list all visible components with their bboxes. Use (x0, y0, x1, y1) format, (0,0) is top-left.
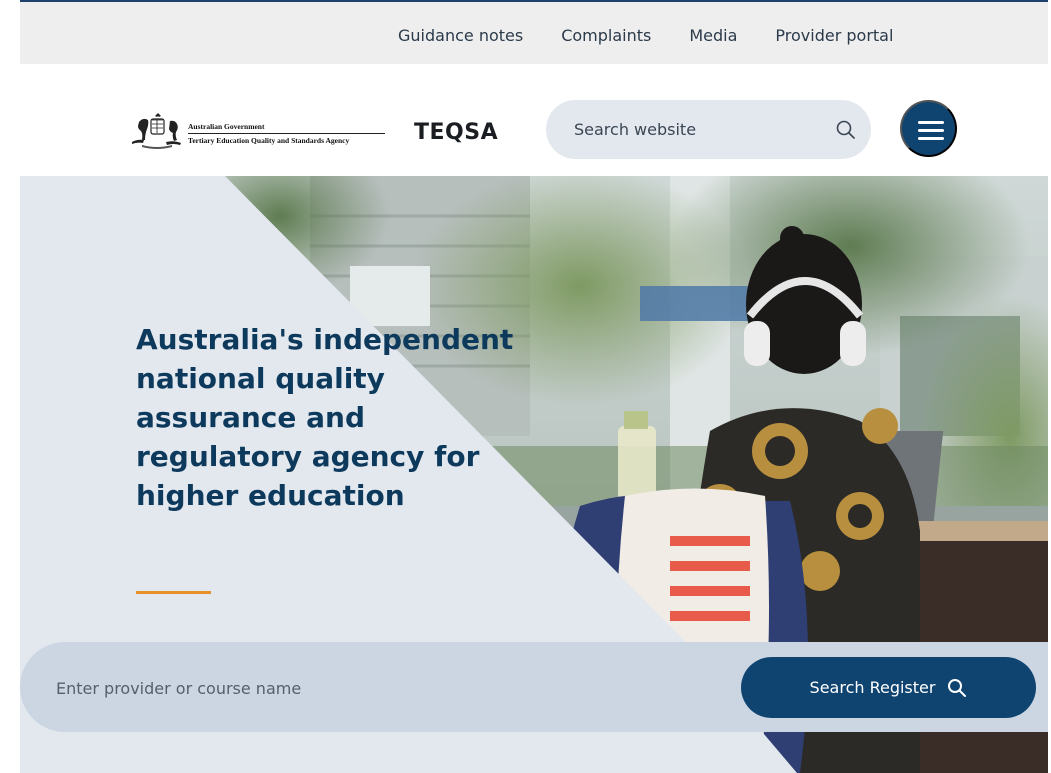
utility-link-guidance-notes[interactable]: Guidance notes (398, 26, 523, 45)
utility-nav: Guidance notes Complaints Media Provider… (398, 26, 893, 45)
register-search: Search Register (20, 642, 1048, 732)
search-icon[interactable] (835, 119, 857, 141)
gov-line-2: Tertiary Education Quality and Standards… (188, 136, 350, 145)
accent-line (136, 591, 211, 594)
hero-title: Australia's independent national quality… (136, 323, 514, 512)
utility-bar: Guidance notes Complaints Media Provider… (20, 2, 1048, 64)
utility-link-media[interactable]: Media (689, 26, 737, 45)
utility-link-provider-portal[interactable]: Provider portal (775, 26, 893, 45)
gov-line-1: Australian Government (188, 122, 265, 131)
utility-link-complaints[interactable]: Complaints (561, 26, 651, 45)
provider-search-input[interactable] (56, 676, 656, 700)
site-search (546, 100, 871, 159)
government-wordmark: Australian Government Tertiary Education… (188, 122, 385, 145)
brand-logo-text: TEQSA (414, 120, 499, 145)
search-icon (948, 678, 967, 697)
page: Guidance notes Complaints Media Provider… (0, 0, 1051, 773)
coat-of-arms-icon (132, 113, 181, 149)
site-header: Australian Government Tertiary Education… (20, 64, 1048, 176)
search-register-button[interactable]: Search Register (741, 657, 1036, 718)
search-register-label: Search Register (809, 678, 936, 697)
site-search-input[interactable] (574, 117, 814, 141)
gov-divider (188, 133, 385, 134)
menu-button[interactable] (900, 100, 957, 157)
